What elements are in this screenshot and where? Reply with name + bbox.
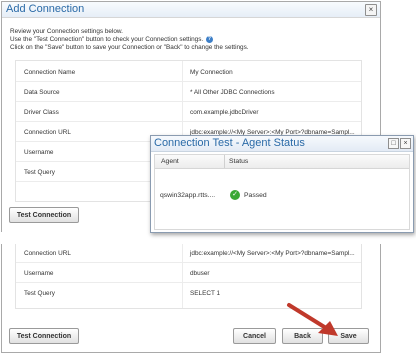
field-value: dbuser (190, 270, 210, 277)
annotation-arrow-icon (287, 303, 338, 336)
field-row-test-query: Test Query SELECT 1 (16, 284, 361, 302)
field-label: Username (24, 270, 54, 277)
field-row-username: Username dbuser (16, 264, 361, 283)
field-row-data-source: Data Source * All Other JDBC Connections (16, 83, 361, 102)
field-row-connection-url: Connection URL jdbc:example://<My Server… (16, 244, 361, 263)
instruction-line: Review your Connection settings below. (10, 28, 123, 35)
status-text: Passed (244, 192, 267, 199)
test-dialog-title: Connection Test - Agent Status (154, 137, 305, 149)
field-label: Connection URL (24, 129, 71, 136)
column-divider (224, 155, 225, 168)
maximize-icon[interactable]: □ (388, 138, 399, 149)
help-icon[interactable]: ? (205, 36, 213, 43)
field-value: com.example.jdbcDriver (190, 109, 259, 116)
field-label: Username (24, 149, 54, 156)
column-header-status[interactable]: Status (229, 158, 248, 165)
field-label: Connection URL (24, 250, 71, 257)
check-circle-icon: ✓ (230, 190, 240, 200)
cancel-button[interactable]: Cancel (233, 328, 276, 344)
column-header-agent[interactable]: Agent (161, 158, 179, 165)
test-connection-button[interactable]: Test Connection (9, 207, 79, 223)
instructions: Review your Connection settings below. U… (10, 28, 370, 52)
field-label: Driver Class (24, 109, 59, 116)
test-connection-button[interactable]: Test Connection (9, 328, 79, 344)
field-label: Connection Name (24, 69, 76, 76)
close-icon[interactable]: × (400, 138, 411, 149)
field-row-driver-class: Driver Class com.example.jdbcDriver (16, 103, 361, 122)
field-label: Test Query (24, 169, 55, 176)
field-row-connection-name: Connection Name My Connection (16, 63, 361, 82)
connection-fields-table: Connection URL jdbc:example://<My Server… (15, 244, 362, 309)
field-label: Data Source (24, 89, 60, 96)
table-header: Agent Status (155, 155, 409, 169)
dialog-titlebar: Add Connection × (2, 2, 380, 18)
test-dialog-titlebar: Connection Test - Agent Status □ × (151, 136, 413, 152)
connection-test-dialog: Connection Test - Agent Status □ × Agent… (150, 135, 414, 233)
field-label: Test Query (24, 290, 55, 297)
close-icon[interactable]: × (365, 4, 377, 16)
instruction-line: Click on the "Save" button to save your … (10, 44, 249, 52)
instruction-line: Use the "Test Connection" button to chec… (10, 36, 213, 44)
field-value: * All Other JDBC Connections (190, 89, 275, 96)
field-value: jdbc:example://<My Server>:<My Port>?dbn… (190, 250, 355, 257)
agent-name: qswin32app.rtts.... (160, 192, 216, 199)
field-value: My Connection (190, 69, 233, 76)
field-value: SELECT 1 (190, 290, 221, 297)
agent-status-table: Agent Status qswin32app.rtts.... ✓ Passe… (154, 154, 410, 230)
dialog-title: Add Connection (6, 3, 85, 15)
